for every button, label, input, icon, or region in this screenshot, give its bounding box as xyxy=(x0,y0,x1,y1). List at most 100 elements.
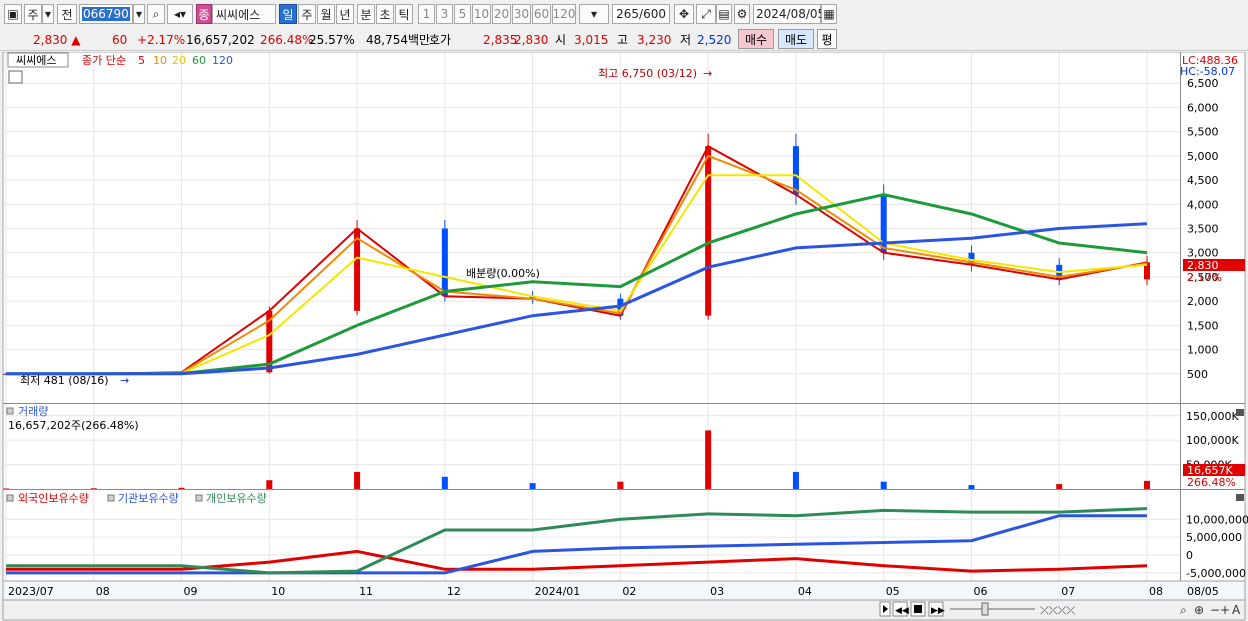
count-input[interactable]: 265/600 xyxy=(612,4,670,24)
zoom-slider-thumb[interactable] xyxy=(981,602,989,616)
interval-60-label: 60 xyxy=(533,7,550,21)
price-tick-label: 6,000 xyxy=(1187,101,1219,114)
interval-60[interactable]: 60 xyxy=(532,4,551,24)
volume-bar xyxy=(617,481,624,489)
interval-3[interactable]: 3 xyxy=(436,4,453,24)
eval-button[interactable]: 평 xyxy=(817,29,837,49)
gear-icon[interactable]: ⚙ xyxy=(734,4,750,24)
sell-button[interactable]: 매도 xyxy=(778,29,814,49)
zoom-in-icon[interactable]: ⊕ xyxy=(1194,603,1204,617)
interval-120[interactable]: 120 xyxy=(552,4,576,24)
interval-5[interactable]: 5 xyxy=(454,4,471,24)
holding-close-icon[interactable] xyxy=(1236,494,1244,501)
foreign-toggle-icon[interactable] xyxy=(6,494,14,502)
volume-bar xyxy=(1144,480,1150,489)
interval-1-label: 1 xyxy=(422,7,431,21)
draw-tool-icon[interactable]: ⤢ xyxy=(696,4,716,24)
trend-tools-icon[interactable]: ⤫⤫⤫⤫ xyxy=(1040,604,1075,617)
period-select[interactable]: 주 xyxy=(24,4,42,24)
price-tick-label: 2,000 xyxy=(1187,295,1219,308)
jong-label: 종 xyxy=(198,7,210,22)
ma5-legend: 5 xyxy=(138,54,145,67)
individual-legend: 개인보유수량 xyxy=(206,492,267,505)
volume-value: 16,657,202 xyxy=(186,33,255,47)
sell-label: 매도 xyxy=(784,32,808,47)
price-change-pct: +2.17% xyxy=(137,33,186,47)
interval-20-label: 20 xyxy=(493,7,510,21)
institution-toggle-icon[interactable] xyxy=(107,494,115,502)
zoom-out-icon[interactable]: ⌕ xyxy=(1180,603,1187,617)
minus-icon[interactable]: − xyxy=(1210,603,1220,617)
interval-30[interactable]: 30 xyxy=(512,4,531,24)
interval-1[interactable]: 1 xyxy=(418,4,435,24)
code-dropdown-icon[interactable]: ▾ xyxy=(133,4,145,24)
amount-value: 48,754백만 xyxy=(366,33,431,47)
tab-tick[interactable]: 틱 xyxy=(395,4,413,24)
high-label: 고 xyxy=(617,33,629,47)
volume-bar xyxy=(705,430,712,489)
x-axis-label: 2024/01 xyxy=(535,585,581,598)
tab-minute[interactable]: 분 xyxy=(357,4,375,24)
tab-day[interactable]: 일 xyxy=(279,4,297,24)
price-tick-label: 3,000 xyxy=(1187,247,1219,260)
speaker-icon[interactable]: ◂▾ xyxy=(167,4,193,24)
current-pct-tag-text: 2.17% xyxy=(1187,271,1222,284)
tab-month[interactable]: 월 xyxy=(317,4,335,24)
jong-badge[interactable]: 종 xyxy=(196,4,212,24)
volume-bar xyxy=(529,483,536,489)
volume-panel-toggle-icon[interactable] xyxy=(6,407,14,415)
interval-dropdown-icon[interactable]: ▾ xyxy=(579,4,609,24)
volume-bar xyxy=(178,487,185,489)
jeon-button[interactable]: 전 xyxy=(57,4,77,24)
volume-tick-label: 150,000K xyxy=(1186,410,1239,423)
bid-price: 2,830 xyxy=(514,33,549,47)
ask-price: 2,835 xyxy=(483,33,518,47)
period-dropdown-icon[interactable]: ▾ xyxy=(42,4,54,24)
interval-10[interactable]: 10 xyxy=(472,4,491,24)
interval-3-label: 3 xyxy=(440,7,449,21)
buy-button[interactable]: 매수 xyxy=(738,29,774,49)
individual-toggle-icon[interactable] xyxy=(195,494,203,502)
rewind-icon: ◀◀ xyxy=(895,606,909,616)
panel-table-icon[interactable] xyxy=(8,70,23,84)
turnover-value: 25.57% xyxy=(309,33,355,47)
save-icon[interactable]: ▤ xyxy=(716,4,732,24)
volume-bar xyxy=(792,471,799,489)
chart-background xyxy=(2,52,1246,621)
hoga-label: 호가 xyxy=(429,33,452,47)
volume-close-icon[interactable] xyxy=(1236,409,1244,416)
interval-10-label: 10 xyxy=(473,7,490,21)
price-tick-label: 4,500 xyxy=(1187,174,1219,187)
ma120-legend: 120 xyxy=(212,54,233,67)
count-value: 265 xyxy=(616,7,640,21)
volume-bar xyxy=(880,481,887,489)
tab-minute-label: 분 xyxy=(360,7,372,22)
x-axis-right-label: 08/05 xyxy=(1187,585,1219,598)
volume-title: 거래량 xyxy=(18,405,48,418)
tab-second[interactable]: 초 xyxy=(376,4,394,24)
price-tick-label: 500 xyxy=(1187,368,1208,381)
x-axis-label: 04 xyxy=(798,585,812,598)
date-input[interactable]: 2024/08/05 xyxy=(753,4,825,24)
layout-icon[interactable]: ▣ xyxy=(4,4,22,24)
tab-year[interactable]: 년 xyxy=(336,4,354,24)
volume-bar xyxy=(266,480,273,489)
price-change: 60 xyxy=(112,33,128,47)
stock-name: 씨씨에스 xyxy=(216,7,261,22)
stock-code-input[interactable]: 066790 xyxy=(79,4,133,24)
tab-month-label: 월 xyxy=(320,7,332,22)
calendar-icon[interactable]: ▦ xyxy=(821,4,837,24)
crosshair-icon[interactable]: ✥ xyxy=(674,4,694,24)
interval-20[interactable]: 20 xyxy=(492,4,511,24)
tab-week[interactable]: 주 xyxy=(298,4,316,24)
stock-chart[interactable]: 5001,0001,5002,0002,5003,0003,5004,0004,… xyxy=(0,52,1248,621)
x-axis-label: 11 xyxy=(359,585,373,598)
search-icon[interactable]: ⌕ xyxy=(147,4,165,24)
plus-icon[interactable]: + xyxy=(1220,603,1230,617)
high-price: 3,230 xyxy=(637,33,672,47)
font-size-icon[interactable]: A xyxy=(1232,603,1241,617)
x-axis-label: 10 xyxy=(271,585,285,598)
low-arrow-icon: → xyxy=(120,374,129,387)
mid-annotation: 배분량(0.00%) xyxy=(466,267,540,280)
x-axis-label: 06 xyxy=(973,585,987,598)
